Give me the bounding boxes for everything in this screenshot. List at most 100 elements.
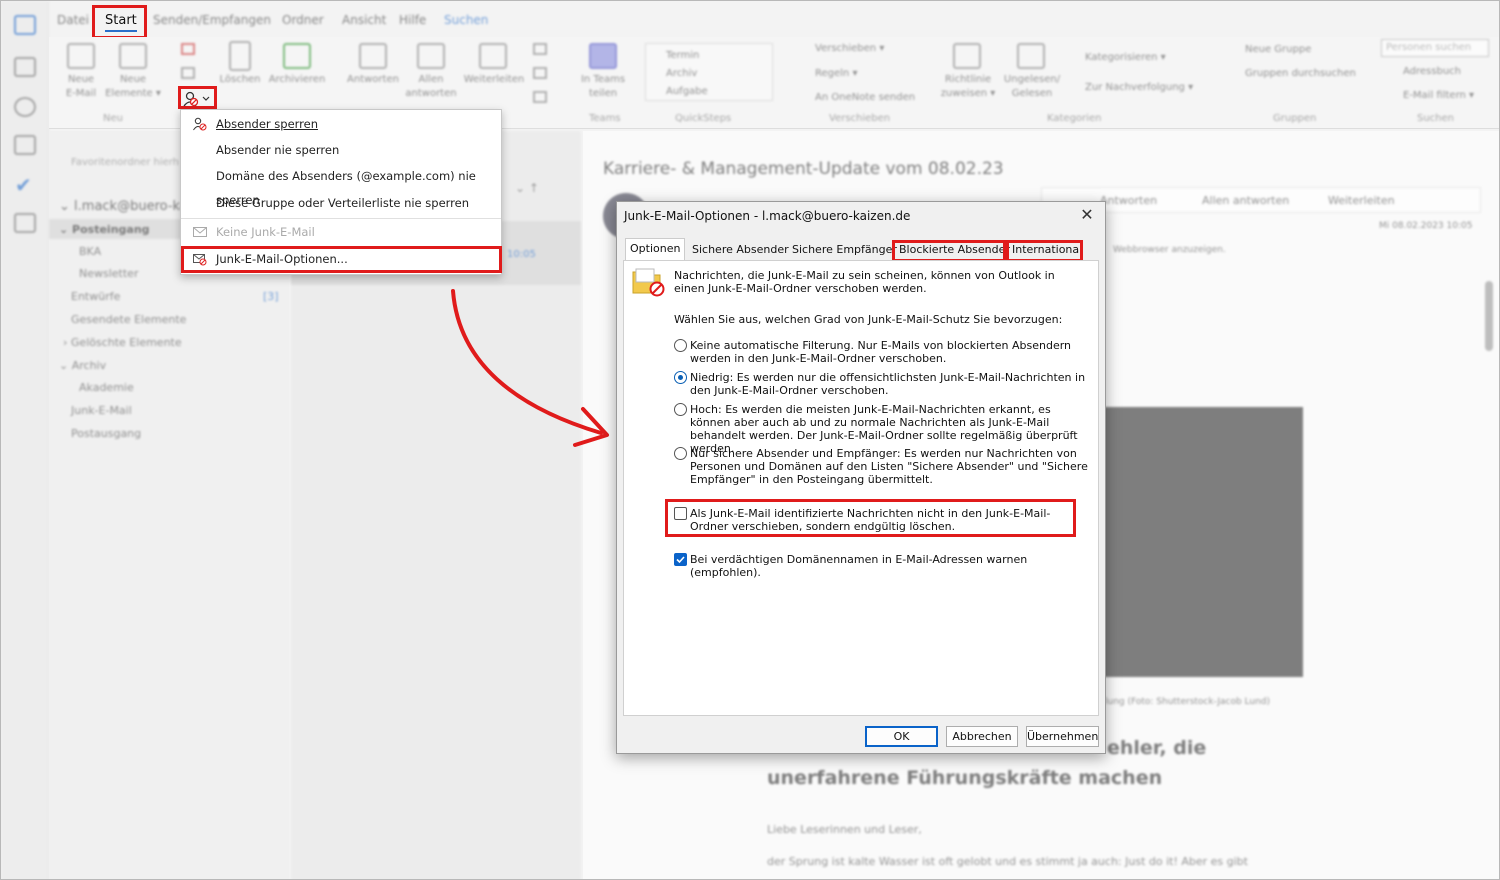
start-tab-highlight [92, 5, 147, 39]
sort-icon[interactable]: ⌄ ↑ [515, 181, 539, 195]
quicksteps-gallery: Termin Archiv Aufgabe [645, 43, 773, 101]
folder-geloeschte[interactable]: › Gelöschte Elemente [63, 336, 182, 349]
menu-never-block-group[interactable]: Diese Gruppe oder Verteilerliste nie spe… [181, 191, 501, 215]
menu-not-junk[interactable]: Keine Junk-E-Mail [181, 220, 501, 244]
people-nav-icon[interactable] [14, 97, 36, 117]
folder-postausgang[interactable]: Postausgang [71, 427, 141, 440]
ok-button[interactable]: OK [865, 726, 938, 747]
folder-entwuerfe[interactable]: Entwürfe [71, 290, 120, 303]
radio-level-none[interactable] [674, 339, 687, 352]
archive-icon [283, 43, 311, 69]
account-name: l.mack@buero-ka [74, 199, 188, 214]
cancel-button[interactable]: Abbrechen [946, 726, 1018, 747]
browse-groups-button[interactable]: Gruppen durchsuchen [1245, 67, 1356, 81]
reading-reply-button[interactable]: Antworten [1100, 194, 1157, 207]
new-items-button[interactable]: Neue Elemente ▾ [105, 73, 161, 101]
intro-text: Nachrichten, die Junk-E-Mail zu sein sch… [674, 269, 1055, 295]
archive-button[interactable]: Archivieren [267, 73, 327, 87]
tab-sichere-absender[interactable]: Sichere Absender [688, 240, 793, 260]
address-book-button[interactable]: Adressbuch [1403, 65, 1461, 79]
menu-never-block-domain[interactable]: Domäne des Absenders (@example.com) nie … [181, 164, 501, 207]
reading-forward-button[interactable]: Weiterleiten [1328, 194, 1395, 207]
new-mail-button[interactable]: Neue E-Mail [55, 73, 107, 101]
menu-block-sender[interactable]: Absender sperren [181, 112, 501, 136]
browser-hint: Webbrowser anzuzeigen. [1113, 245, 1226, 255]
new-group-button[interactable]: Neue Gruppe [1245, 43, 1311, 57]
folder-akademie[interactable]: Akademie [79, 381, 134, 394]
checkmark-icon [676, 556, 685, 564]
menu-senden-empfangen[interactable]: Senden/Empfangen [153, 13, 271, 27]
menu-ansicht[interactable]: Ansicht [342, 13, 386, 27]
delete-button[interactable]: Löschen [215, 73, 265, 87]
warn-domain-checkbox[interactable] [674, 553, 687, 566]
folder-bka[interactable]: BKA [79, 245, 101, 258]
group-label-suchen: Suchen [1417, 113, 1455, 124]
quickstep-termin[interactable]: Termin [666, 49, 699, 63]
menu-suchen[interactable]: Suchen [444, 13, 488, 27]
new-items-icon [119, 43, 147, 69]
reading-scrollbar[interactable] [1485, 281, 1493, 351]
teams-icon [589, 43, 617, 69]
reply-all-button[interactable]: Allen antworten [401, 73, 461, 101]
account-header[interactable]: ⌄ l.mack@buero-ka [59, 199, 188, 214]
delete-option-highlight [665, 499, 1076, 537]
radio-level-safe-only[interactable] [674, 447, 687, 460]
meeting-icon[interactable] [533, 43, 547, 55]
quickstep-archiv[interactable]: Archiv [666, 67, 697, 81]
radio-level-high[interactable] [674, 403, 687, 416]
unread-icon [1017, 43, 1045, 69]
warn-domain-text: Bei verdächtigen Domänennamen in E-Mail-… [690, 553, 1028, 579]
group-label-neu: Neu [103, 113, 123, 124]
folder-junk[interactable]: Junk-E-Mail [71, 404, 132, 417]
dialog-close-button[interactable]: ✕ [1077, 205, 1097, 224]
ignore-icon[interactable] [181, 43, 195, 55]
menu-hilfe[interactable]: Hilfe [399, 13, 426, 27]
unread-read-button[interactable]: Ungelesen/ Gelesen [999, 73, 1065, 101]
menu-separator [181, 218, 501, 219]
forward-button[interactable]: Weiterleiten [459, 73, 529, 87]
follow-up-button[interactable]: Zur Nachverfolgung ▾ [1085, 81, 1193, 95]
folder-posteingang[interactable]: ⌄ Posteingang [59, 223, 150, 236]
share-teams-button[interactable]: In Teams teilen [575, 73, 631, 101]
reply-icon [359, 43, 387, 69]
quickstep-aufgabe[interactable]: Aufgabe [666, 85, 708, 99]
todo-nav-icon[interactable]: ✔ [15, 173, 32, 197]
apps-nav-icon[interactable] [14, 213, 36, 233]
policy-icon [953, 43, 981, 69]
image-caption: lung (Foto: Shutterstock-Jacob Lund) [1105, 697, 1271, 707]
tasks-nav-icon[interactable] [14, 135, 36, 155]
level-prompt: Wählen Sie aus, welchen Grad von Junk-E-… [674, 313, 1063, 326]
delete-icon [229, 41, 251, 71]
folder-newsletter[interactable]: Newsletter [79, 267, 138, 280]
folder-archiv[interactable]: ⌄ Archiv [59, 359, 106, 372]
junk-options-dialog: Junk-E-Mail-Optionen - l.mack@buero-kaiz… [616, 201, 1106, 754]
dialog-title: Junk-E-Mail-Optionen - l.mack@buero-kaiz… [624, 209, 911, 223]
tab-sichere-empfaenger[interactable]: Sichere Empfänger [788, 240, 901, 260]
assign-policy-button[interactable]: Richtlinie zuweisen ▾ [937, 73, 999, 101]
cleanup-icon[interactable] [181, 67, 195, 79]
apply-button[interactable]: Übernehmen [1026, 726, 1099, 747]
folder-gesendete[interactable]: Gesendete Elemente [71, 313, 186, 326]
mail-nav-icon[interactable] [14, 15, 36, 35]
radio-level-low[interactable] [674, 371, 687, 384]
reply-button[interactable]: Antworten [341, 73, 405, 87]
im-icon[interactable] [533, 67, 547, 79]
tab-optionen[interactable]: Optionen [625, 238, 686, 260]
onenote-button[interactable]: An OneNote senden [815, 91, 915, 105]
mail-icon [193, 227, 207, 237]
message-time: 10:05 [507, 249, 536, 260]
move-button[interactable]: Verschieben ▾ [815, 42, 884, 56]
categorize-button[interactable]: Kategorisieren ▾ [1085, 51, 1166, 65]
reading-reply-all-button[interactable]: Allen antworten [1202, 194, 1289, 207]
rules-button[interactable]: Regeln ▾ [815, 67, 857, 81]
menu-datei[interactable]: Datei [57, 13, 89, 27]
filter-mail-button[interactable]: E-Mail filtern ▾ [1403, 89, 1474, 103]
more-respond-icon[interactable] [533, 91, 547, 103]
calendar-nav-icon[interactable] [14, 57, 36, 77]
drafts-count: [3] [263, 290, 279, 303]
level-safe-only-text: Nur sichere Absender und Empfänger: Es w… [690, 447, 1088, 486]
menu-never-block-sender[interactable]: Absender nie sperren [181, 138, 501, 162]
reading-actions: Antworten Allen antworten Weiterleiten [1041, 187, 1481, 213]
people-search-input[interactable]: Personen suchen [1381, 39, 1489, 57]
menu-ordner[interactable]: Ordner [282, 13, 324, 27]
